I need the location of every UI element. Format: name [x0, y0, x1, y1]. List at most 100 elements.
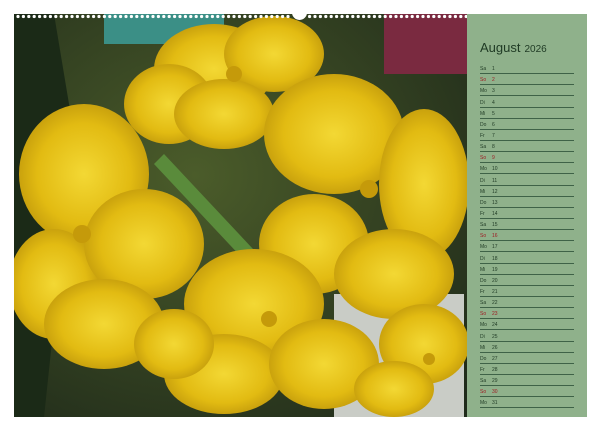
- binding-hole: [183, 14, 187, 19]
- day-row: Do 13: [480, 197, 574, 208]
- day-weekday: Do: [480, 121, 487, 128]
- binding-hole: [205, 14, 209, 19]
- day-number: 23: [492, 311, 498, 318]
- binding-hole: [340, 14, 344, 19]
- day-number: 28: [492, 366, 498, 373]
- binding-hole: [119, 14, 123, 19]
- day-row: Di 18: [480, 252, 574, 264]
- day-weekday: So: [480, 233, 487, 240]
- orchid-photo: [14, 14, 467, 417]
- day-row: Fr 7: [480, 130, 574, 141]
- binding-hole: [264, 14, 268, 19]
- binding-hole: [43, 14, 47, 19]
- binding-hole: [135, 14, 139, 19]
- binding-hole: [281, 14, 285, 19]
- year-label: 2026: [524, 44, 547, 55]
- binding-hole: [259, 14, 263, 19]
- day-row: Sa 22: [480, 297, 574, 309]
- day-number: 18: [492, 255, 498, 262]
- binding-hole: [416, 14, 420, 19]
- day-number: 3: [492, 88, 495, 95]
- binding-hole: [27, 14, 31, 19]
- day-weekday: Di: [480, 99, 485, 106]
- day-weekday: Mi: [480, 188, 486, 195]
- binding-hole: [324, 14, 328, 19]
- day-row: Sa 29: [480, 375, 574, 387]
- day-weekday: Mo: [480, 88, 487, 95]
- binding-hole: [146, 14, 150, 19]
- binding-hole: [237, 14, 241, 19]
- day-weekday: Fr: [480, 288, 485, 295]
- day-weekday: Do: [480, 355, 487, 362]
- day-number: 12: [492, 188, 498, 195]
- day-row: Sa 15: [480, 219, 574, 231]
- day-weekday: Fr: [480, 132, 485, 139]
- day-number: 29: [492, 378, 498, 385]
- day-number: 5: [492, 110, 495, 117]
- day-number: 22: [492, 300, 498, 307]
- binding-hole: [356, 14, 360, 19]
- binding-hole: [70, 14, 74, 19]
- binding-hole: [437, 14, 441, 19]
- day-row: Do 27: [480, 353, 574, 364]
- day-number: 25: [492, 333, 498, 340]
- day-number: 7: [492, 132, 495, 139]
- day-row: Mi 19: [480, 264, 574, 275]
- binding-hole: [432, 14, 436, 19]
- binding-hole: [372, 14, 376, 19]
- binding-hole: [81, 14, 85, 19]
- day-weekday: Do: [480, 277, 487, 284]
- day-weekday: So: [480, 155, 487, 162]
- binding-hole: [92, 14, 96, 19]
- day-weekday: Mo: [480, 400, 487, 407]
- binding-hole: [167, 14, 171, 19]
- binding-hole: [38, 14, 42, 19]
- binding-hole: [345, 14, 349, 19]
- binding-hole: [173, 14, 177, 19]
- binding-hole: [378, 14, 382, 19]
- binding-hole: [216, 14, 220, 19]
- binding-hole: [129, 14, 133, 19]
- binding-hole: [243, 14, 247, 19]
- day-number: 15: [492, 222, 498, 229]
- day-row: So 23: [480, 308, 574, 320]
- day-weekday: Sa: [480, 66, 487, 73]
- day-row: So 30: [480, 386, 574, 398]
- day-weekday: Sa: [480, 300, 487, 307]
- day-weekday: Sa: [480, 144, 487, 151]
- day-row: So 2: [480, 74, 574, 86]
- binding-hole: [254, 14, 258, 19]
- day-weekday: Mi: [480, 266, 486, 273]
- day-number: 31: [492, 400, 498, 407]
- binding-hole: [97, 14, 101, 19]
- binding-hole: [59, 14, 63, 19]
- binding-hole: [189, 14, 193, 19]
- binding-hole: [399, 14, 403, 19]
- day-number: 1: [492, 66, 495, 73]
- day-row: Mi 12: [480, 186, 574, 197]
- binding-hole: [86, 14, 90, 19]
- day-weekday: Di: [480, 333, 485, 340]
- binding-hole: [362, 14, 366, 19]
- binding-hole: [448, 14, 452, 19]
- binding-hole: [426, 14, 430, 19]
- binding-hole: [308, 14, 312, 19]
- day-weekday: Fr: [480, 210, 485, 217]
- binding-hole: [329, 14, 333, 19]
- day-weekday: Sa: [480, 222, 487, 229]
- day-number: 20: [492, 277, 498, 284]
- binding-hole: [151, 14, 155, 19]
- binding-hole: [16, 14, 20, 19]
- day-weekday: Di: [480, 177, 485, 184]
- day-number: 10: [492, 166, 498, 173]
- day-row: Mi 26: [480, 342, 574, 353]
- binding-hole: [65, 14, 69, 19]
- binding-hole: [140, 14, 144, 19]
- day-weekday: Mo: [480, 166, 487, 173]
- binding-hole: [48, 14, 53, 19]
- day-row: Di 4: [480, 96, 574, 108]
- day-number: 9: [492, 155, 495, 162]
- day-number: 14: [492, 210, 498, 217]
- day-number: 8: [492, 144, 495, 151]
- day-row: Fr 28: [480, 364, 574, 375]
